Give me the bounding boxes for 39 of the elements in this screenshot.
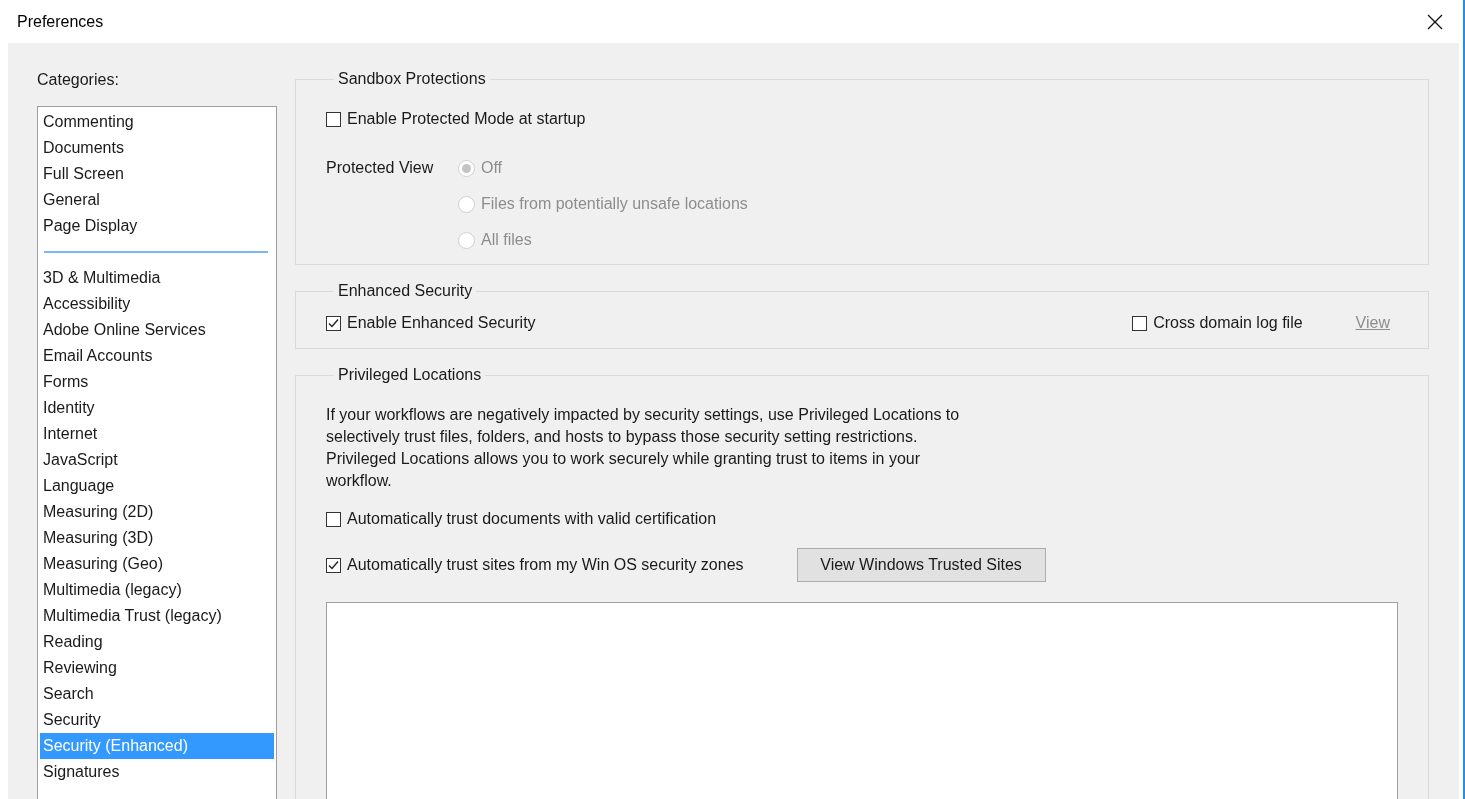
protected-view-label: Protected View [326,158,435,178]
checkbox[interactable] [326,315,341,331]
group-title: Enhanced Security [337,282,474,300]
category-item[interactable]: Language [40,473,274,499]
category-item[interactable]: Signatures [40,759,274,785]
group-title: Sandbox Protections [337,70,487,88]
category-item[interactable]: Reviewing [40,655,274,681]
category-item[interactable]: General [40,187,274,213]
category-item[interactable]: Full Screen [40,161,274,187]
category-item[interactable]: Adobe Online Services [40,317,274,343]
category-item[interactable]: Forms [40,369,274,395]
category-item[interactable]: Multimedia Trust (legacy) [40,603,274,629]
check-icon [327,316,340,330]
category-item[interactable]: Security [40,707,274,733]
category-item[interactable]: Documents [40,135,274,161]
category-item[interactable]: Internet [40,421,274,447]
checkbox[interactable] [326,511,341,527]
checkbox[interactable] [326,111,341,127]
window-title: Preferences [17,12,104,31]
categories-label: Categories: [37,71,120,89]
checkbox[interactable] [1132,315,1148,331]
category-item[interactable]: 3D & Multimedia [40,265,274,291]
category-item[interactable]: Commenting [40,109,274,135]
category-item[interactable]: Email Accounts [40,343,274,369]
category-item[interactable]: Page Display [40,213,274,239]
category-item[interactable]: Measuring (3D) [40,525,274,551]
category-item[interactable]: Identity [40,395,274,421]
category-item[interactable]: Multimedia (legacy) [40,577,274,603]
category-item[interactable]: Measuring (Geo) [40,551,274,577]
category-item[interactable]: JavaScript [40,447,274,473]
trusted-sites-button[interactable]: View Windows Trusted Sites [796,548,1046,582]
group-title: Privileged Locations [337,366,483,384]
description-text: If your workflows are negatively impacted by security settings, use Privileged Locations to selectively trust files, folders, and hosts to bypass those security setting restrictions. Privileged Locations allows you to work securely while granting trust to items in your workflow. [326,405,961,491]
category-item[interactable]: Reading [40,629,274,655]
category-item[interactable]: Measuring (2D) [40,499,274,525]
check-icon [327,558,340,572]
category-item[interactable]: Search [40,681,274,707]
category-item[interactable]: Accessibility [40,291,274,317]
checkbox[interactable] [326,557,341,573]
